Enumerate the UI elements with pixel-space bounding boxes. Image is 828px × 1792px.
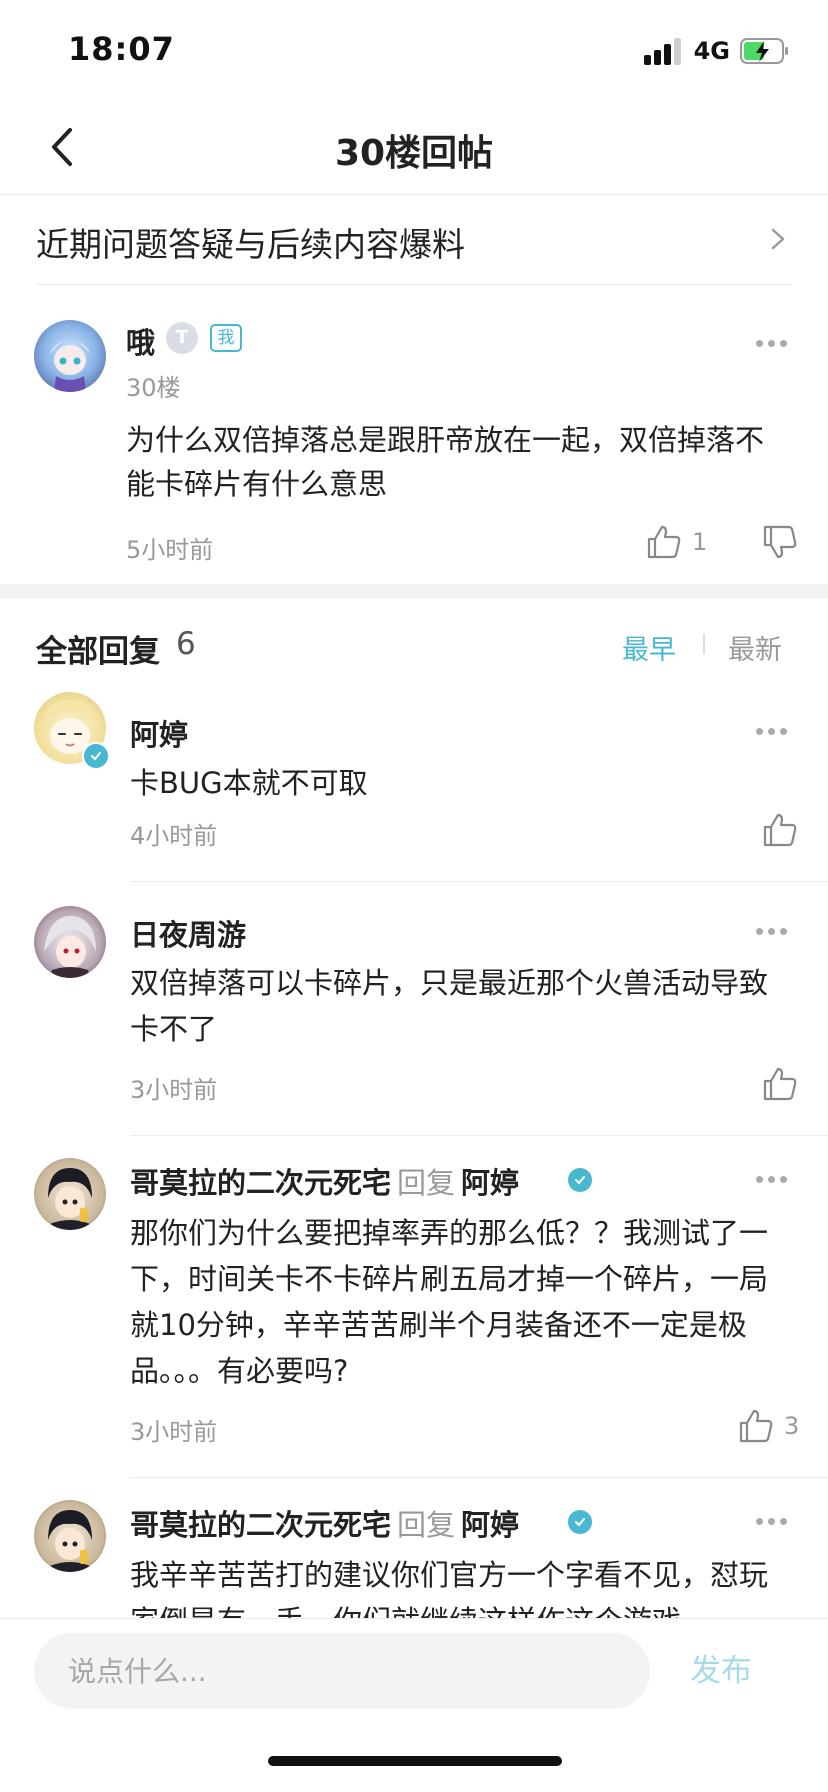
section-divider xyxy=(0,584,828,598)
reply-time: 3小时前 xyxy=(130,1418,218,1446)
chevron-right-icon xyxy=(771,228,785,250)
verified-icon xyxy=(82,742,110,770)
battery-charging-icon xyxy=(740,38,788,64)
more-options-icon[interactable] xyxy=(756,928,788,938)
reply-author-name[interactable]: 阿婷 xyxy=(130,712,188,754)
reply-word: 回复 xyxy=(397,1508,456,1542)
sort-divider xyxy=(703,634,705,654)
reply-author-label: 哥莫拉的二次元死宅 xyxy=(130,1166,392,1200)
more-options-icon[interactable] xyxy=(756,340,788,350)
reply-item: 哥莫拉的二次元死宅 回复 阿婷 那你们为什么要把掉率弄的那么低？？我测试了一下，时间… xyxy=(0,1136,828,1478)
post-author-name[interactable]: 哦 xyxy=(126,320,155,362)
publish-button[interactable]: 发布 xyxy=(690,1645,752,1690)
status-time: 18:07 xyxy=(68,30,175,68)
reply-content: 那你们为什么要把掉率弄的那么低？？我测试了一下，时间关卡不卡碎片刷五局才掉一个碎… xyxy=(130,1216,769,1388)
status-bar: 18:07 4G xyxy=(0,0,828,100)
page-title: 30楼回帖 xyxy=(334,133,494,174)
reply-word: 回复 xyxy=(397,1166,456,1200)
verified-icon xyxy=(566,1508,594,1536)
reply-content: 双倍掉落可以卡碎片，只是最近那个火兽活动导致卡不了 xyxy=(130,966,769,1046)
nav-bar: 30楼回帖 xyxy=(0,100,828,195)
like-button[interactable]: 1 xyxy=(644,522,707,562)
thumbs-up-icon[interactable] xyxy=(760,810,800,850)
signal-icon xyxy=(643,37,684,65)
replies-header: 全部回复 6 最早 最新 xyxy=(0,598,828,692)
reply-author-label: 哥莫拉的二次元死宅 xyxy=(130,1508,392,1542)
self-tag: 我 xyxy=(210,324,242,352)
reply-target-name[interactable]: 阿婷 xyxy=(461,1508,519,1542)
avatar-illustration xyxy=(48,1168,92,1230)
post-content: 为什么双倍掉落总是跟肝帝放在一起，双倍掉落不能卡碎片有什么意思 xyxy=(126,423,765,501)
replies-count: 6 xyxy=(176,626,196,662)
home-indicator[interactable] xyxy=(268,1756,562,1766)
main-post: 哦 T 我 30楼 为什么双倍掉落总是跟肝帝放在一起，双倍掉落不能卡碎片有什么意… xyxy=(0,284,828,584)
verified-icon xyxy=(566,1166,594,1194)
reply-time: 4小时前 xyxy=(130,822,218,850)
replies-title: 全部回复 xyxy=(36,634,160,670)
thread-title: 近期问题答疑与后续内容爆料 xyxy=(36,225,465,264)
app-screen: 18:07 4G 30楼回帖 近期问题答疑与后续内容爆料 哦 T 我 30楼 为… xyxy=(0,0,828,1792)
reply-author-label: 阿婷 xyxy=(130,718,189,752)
reply-author-label: 日夜周游 xyxy=(130,918,247,952)
original-thread-link[interactable]: 近期问题答疑与后续内容爆料 xyxy=(36,194,792,285)
thumbs-down-icon[interactable] xyxy=(760,522,800,562)
like-count: 1 xyxy=(692,528,708,556)
reply-content: 卡BUG本就不可取 xyxy=(130,766,368,800)
more-options-icon[interactable] xyxy=(756,728,788,738)
reply-author-name[interactable]: 哥莫拉的二次元死宅 回复 阿婷 xyxy=(130,1502,519,1544)
floor-label: 30楼 xyxy=(126,374,181,402)
sort-earliest-tab[interactable]: 最早 xyxy=(622,628,676,667)
thumbs-up-icon xyxy=(647,525,681,559)
avatar[interactable] xyxy=(34,320,106,392)
comment-input[interactable] xyxy=(34,1633,650,1709)
avatar-illustration xyxy=(48,1510,92,1572)
avatar[interactable] xyxy=(34,1158,106,1230)
reply-author-name[interactable]: 日夜周游 xyxy=(130,912,246,954)
more-options-icon[interactable] xyxy=(756,1518,788,1528)
reply-author-name[interactable]: 哥莫拉的二次元死宅 回复 阿婷 xyxy=(130,1160,519,1202)
avatar[interactable] xyxy=(34,1500,106,1572)
status-indicators: 4G xyxy=(643,34,790,68)
network-label: 4G xyxy=(693,37,730,65)
avatar[interactable] xyxy=(34,906,106,978)
reply-item: 阿婷 卡BUG本就不可取 4小时前 xyxy=(0,692,828,882)
thumbs-up-icon[interactable] xyxy=(760,1064,800,1104)
level-badge: T xyxy=(166,322,198,354)
avatar-illustration xyxy=(50,340,90,392)
thumbs-up-icon xyxy=(739,1409,773,1443)
sort-latest-tab[interactable]: 最新 xyxy=(728,628,782,667)
post-time: 5小时前 xyxy=(126,536,214,564)
reply-item: 日夜周游 双倍掉落可以卡碎片，只是最近那个火兽活动导致卡不了 3小时前 xyxy=(0,882,828,1136)
like-count: 3 xyxy=(784,1412,800,1440)
reply-target-name[interactable]: 阿婷 xyxy=(461,1166,519,1200)
like-button[interactable]: 3 xyxy=(736,1406,799,1446)
more-options-icon[interactable] xyxy=(756,1176,788,1186)
avatar-illustration xyxy=(44,915,96,978)
reply-time: 3小时前 xyxy=(130,1076,218,1104)
